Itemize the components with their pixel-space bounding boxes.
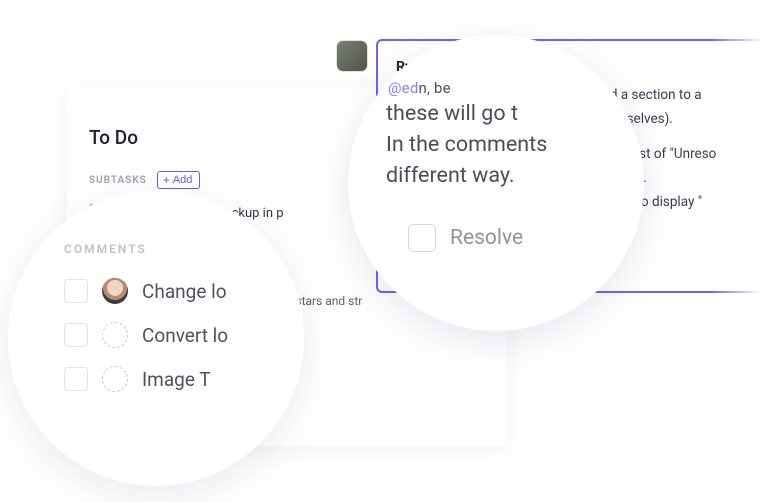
zoom-line: In the comments [386, 130, 634, 159]
comment-checkbox[interactable] [64, 279, 88, 303]
comment-avatar[interactable] [102, 278, 128, 304]
magnifier-lens-right: @edn, be these will go t In the comments… [348, 35, 644, 331]
plus-icon: + [163, 174, 170, 186]
overflow-text: to AI [279, 332, 483, 346]
zoom-line: these will go t [386, 99, 634, 128]
add-subtask-button[interactable]: + Add [157, 171, 201, 189]
comment-row[interactable]: Convert lo [64, 322, 294, 348]
comment-avatar-empty[interactable] [102, 366, 128, 392]
comment-row[interactable]: Image T [64, 366, 294, 392]
comment-row[interactable]: Change lo [64, 278, 294, 304]
comments-header: COMMENTS [64, 242, 294, 256]
subtasks-label: SUBTASKS [89, 175, 147, 186]
comment-avatar-empty[interactable] [102, 322, 128, 348]
comment-text: Convert lo [142, 324, 228, 347]
comment-checkbox[interactable] [64, 367, 88, 391]
comment-checkbox[interactable] [64, 323, 88, 347]
comment-text: Change lo [142, 280, 227, 303]
zoom-line: different way. [386, 161, 634, 190]
resolve-checkbox[interactable] [408, 224, 436, 252]
comment-text: Image T [142, 368, 211, 391]
mention-zoom: @ed [388, 79, 418, 97]
magnifier-lens-left: COMMENTS Change lo Convert lo Image T [8, 190, 304, 486]
resolve-row[interactable]: Resolve [408, 224, 634, 252]
resolve-label: Resolve [450, 226, 523, 250]
comment-author-avatar[interactable] [336, 40, 368, 72]
add-label: Add [173, 174, 193, 186]
